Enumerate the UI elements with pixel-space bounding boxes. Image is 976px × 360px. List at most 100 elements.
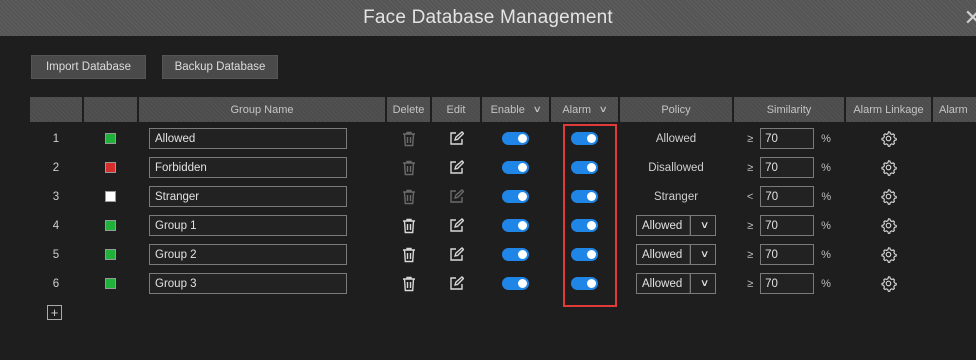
toggle-switch[interactable] <box>502 219 529 232</box>
row-color[interactable] <box>84 240 137 269</box>
color-swatch[interactable] <box>105 133 116 144</box>
similarity-cell: ≥ 70 % <box>734 124 844 153</box>
similarity-input[interactable]: 70 <box>760 128 815 149</box>
policy-cell: Allowed <box>620 124 732 153</box>
row-index: 4 <box>52 219 60 232</box>
enable-toggle[interactable] <box>482 182 549 211</box>
similarity-unit: % <box>821 219 831 232</box>
edit-icon[interactable] <box>432 211 480 240</box>
similarity-input[interactable]: 70 <box>760 186 815 207</box>
enable-toggle[interactable] <box>482 124 549 153</box>
color-swatch[interactable] <box>105 220 116 231</box>
trash-icon[interactable] <box>387 269 430 298</box>
enable-toggle[interactable] <box>482 240 549 269</box>
chevron-down-icon[interactable]: ∨ <box>689 216 719 235</box>
toggle-switch[interactable] <box>502 132 529 145</box>
header-edit: Edit <box>432 97 480 122</box>
color-swatch[interactable] <box>105 191 116 202</box>
gear-icon[interactable] <box>846 182 931 211</box>
policy-value: Allowed <box>655 132 697 145</box>
policy-cell: Allowed ∨ <box>620 240 732 269</box>
similarity-cell: ≥ 70 % <box>734 269 844 298</box>
row-color[interactable] <box>84 211 137 240</box>
similarity-unit: % <box>821 190 832 203</box>
gear-icon[interactable] <box>846 124 931 153</box>
similarity-unit: % <box>821 248 831 261</box>
similarity-cell: < 70 % <box>734 182 844 211</box>
chevron-down-icon[interactable]: ∨ <box>689 274 719 293</box>
similarity-unit: % <box>821 132 831 145</box>
group-name-input[interactable]: Group 1 <box>149 215 347 236</box>
close-icon[interactable]: ✕ <box>964 5 976 31</box>
group-name-input[interactable]: Allowed <box>149 128 347 149</box>
chevron-down-icon: ∨ <box>532 104 542 114</box>
similarity-input[interactable]: 70 <box>760 244 815 265</box>
row-color[interactable] <box>84 269 137 298</box>
similarity-unit: % <box>821 277 831 290</box>
row-color[interactable] <box>84 153 137 182</box>
enable-toggle[interactable] <box>482 153 549 182</box>
policy-value: Allowed <box>642 248 683 261</box>
header-color <box>84 97 137 122</box>
color-swatch[interactable] <box>105 249 116 260</box>
toggle-switch[interactable] <box>502 277 529 290</box>
similarity-operator: ≥ <box>747 161 754 174</box>
gear-icon[interactable] <box>846 153 931 182</box>
gear-icon[interactable] <box>846 269 931 298</box>
similarity-operator: ≥ <box>747 248 754 261</box>
similarity-operator: ≥ <box>747 219 754 232</box>
edit-icon[interactable] <box>432 269 480 298</box>
group-name-input[interactable]: Group 2 <box>149 244 347 265</box>
edit-icon[interactable] <box>432 240 480 269</box>
edit-icon[interactable] <box>432 124 480 153</box>
group-name-input[interactable]: Group 3 <box>149 273 347 294</box>
toggle-switch[interactable] <box>502 161 529 174</box>
toggle-switch[interactable] <box>502 248 529 261</box>
policy-select[interactable]: Allowed ∨ <box>636 244 716 265</box>
chevron-down-icon[interactable]: ∨ <box>689 245 719 264</box>
trash-icon[interactable] <box>387 211 430 240</box>
row-color[interactable] <box>84 182 137 211</box>
similarity-unit: % <box>821 161 831 174</box>
gear-icon[interactable] <box>846 240 931 269</box>
row-index: 5 <box>52 248 60 261</box>
color-swatch[interactable] <box>105 162 116 173</box>
enable-toggle[interactable] <box>482 269 549 298</box>
color-swatch[interactable] <box>105 278 116 289</box>
table-row: 1 Allowed Allowed ≥ 70 % <box>30 124 976 153</box>
trash-icon[interactable] <box>387 240 430 269</box>
row-index: 2 <box>52 161 60 174</box>
gear-icon[interactable] <box>846 211 931 240</box>
policy-select[interactable]: Allowed ∨ <box>636 273 716 294</box>
row-color[interactable] <box>84 124 137 153</box>
group-name-input[interactable]: Forbidden <box>149 157 347 178</box>
group-name-cell: Forbidden <box>139 153 385 182</box>
similarity-input[interactable]: 70 <box>760 273 815 294</box>
similarity-input[interactable]: 70 <box>760 215 815 236</box>
policy-select[interactable]: Allowed ∨ <box>636 215 716 236</box>
add-group-button[interactable]: + <box>47 305 62 320</box>
group-name-input[interactable]: Stranger <box>149 186 347 207</box>
edit-icon[interactable] <box>432 153 480 182</box>
enable-toggle[interactable] <box>482 211 549 240</box>
header-enable-label: Enable <box>490 103 525 116</box>
policy-cell: Allowed ∨ <box>620 269 732 298</box>
policy-value: Allowed <box>642 277 683 290</box>
backup-database-button[interactable]: Backup Database <box>162 55 278 79</box>
similarity-input[interactable]: 70 <box>760 157 815 178</box>
table-row: 2 Forbidden Disallowed ≥ 70 % <box>30 153 976 182</box>
title-bar: Face Database Management ✕ <box>0 0 976 36</box>
group-name-cell: Group 1 <box>139 211 385 240</box>
policy-value: Stranger <box>653 190 699 203</box>
header-delete: Delete <box>387 97 430 122</box>
similarity-operator: ≥ <box>747 277 754 290</box>
header-alarm[interactable]: Alarm ∨ <box>551 97 618 122</box>
header-enable[interactable]: Enable ∨ <box>482 97 549 122</box>
similarity-operator: < <box>746 190 754 203</box>
policy-value: Disallowed <box>648 161 704 174</box>
similarity-cell: ≥ 70 % <box>734 153 844 182</box>
row-index: 6 <box>52 277 60 290</box>
import-database-button[interactable]: Import Database <box>31 55 146 79</box>
toggle-switch[interactable] <box>502 190 529 203</box>
chevron-down-icon: ∨ <box>598 104 608 114</box>
